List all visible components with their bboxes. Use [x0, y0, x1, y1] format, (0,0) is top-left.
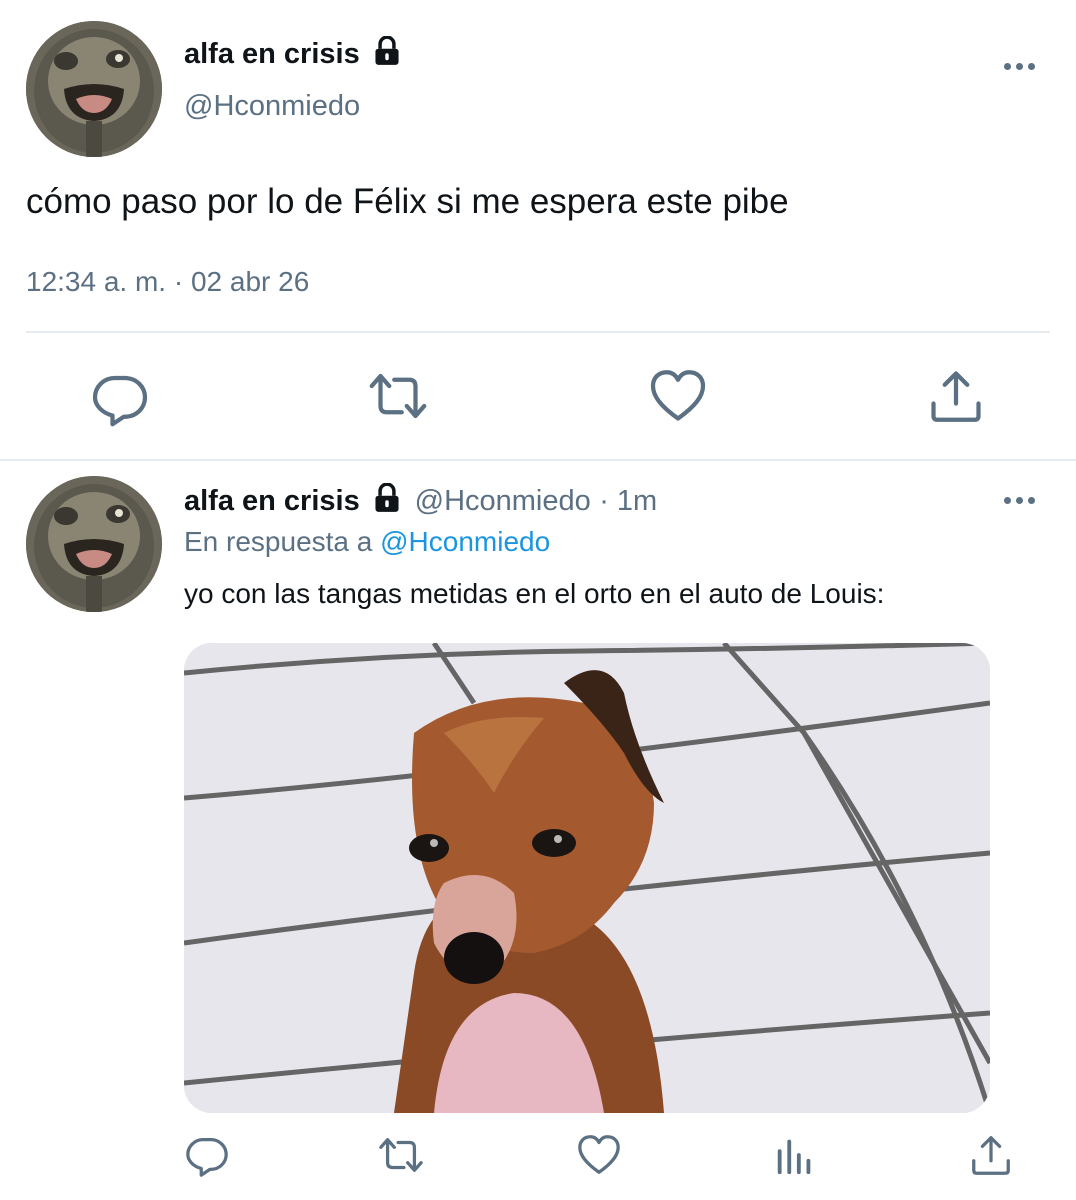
analytics-icon [772, 1132, 818, 1178]
retweet-button[interactable] [378, 1132, 424, 1178]
lock-icon [372, 483, 402, 513]
avatar[interactable] [26, 476, 162, 612]
author-name[interactable]: alfa en crisis [184, 38, 360, 70]
like-button[interactable] [576, 1132, 622, 1178]
reply-button[interactable] [90, 368, 150, 428]
author-row: alfa en crisis @Hconmiedo · 1m [184, 480, 657, 522]
author-handle[interactable]: @Hconmiedo [415, 485, 591, 517]
retweet-icon [378, 1132, 424, 1178]
reply-prefix: En respuesta a [184, 526, 373, 557]
share-button[interactable] [926, 366, 986, 426]
tweet-focused: alfa en crisis @Hconmiedo cómo paso por … [0, 0, 1076, 460]
creepy-figure-avatar-icon [26, 21, 162, 157]
tweet-time[interactable]: · 1m [599, 485, 657, 517]
analytics-button[interactable] [772, 1132, 818, 1178]
reply-icon [184, 1132, 230, 1178]
reply-icon [90, 368, 150, 428]
more-options-icon[interactable] [1000, 56, 1040, 76]
dog-photo-image [184, 643, 990, 1113]
reply-to-link[interactable]: @Hconmiedo [380, 526, 550, 557]
author-handle[interactable]: @Hconmiedo [184, 86, 360, 126]
dog-photo[interactable] [184, 643, 990, 1113]
author-name[interactable]: alfa en crisis [184, 485, 360, 517]
tweet-timestamp[interactable]: 12:34 a. m. · 02 abr 26 [26, 262, 309, 302]
retweet-button[interactable] [368, 366, 428, 426]
lock-icon [372, 36, 402, 66]
avatar[interactable] [26, 21, 162, 157]
tweet-text: cómo paso por lo de Félix si me espera e… [26, 182, 789, 221]
more-options-icon[interactable] [1000, 490, 1040, 510]
share-button[interactable] [968, 1132, 1014, 1178]
reply-context: En respuesta a @Hconmiedo [184, 522, 550, 562]
retweet-icon [368, 366, 428, 426]
author-row: alfa en crisis [184, 34, 402, 74]
share-icon [968, 1132, 1014, 1178]
creepy-figure-avatar-icon [26, 476, 162, 612]
like-button[interactable] [648, 366, 708, 426]
divider [26, 331, 1050, 333]
reply-button[interactable] [184, 1132, 230, 1178]
tweet-text: yo con las tangas metidas en el orto en … [184, 578, 885, 609]
share-icon [926, 366, 986, 426]
like-icon [648, 366, 708, 426]
like-icon [576, 1132, 622, 1178]
